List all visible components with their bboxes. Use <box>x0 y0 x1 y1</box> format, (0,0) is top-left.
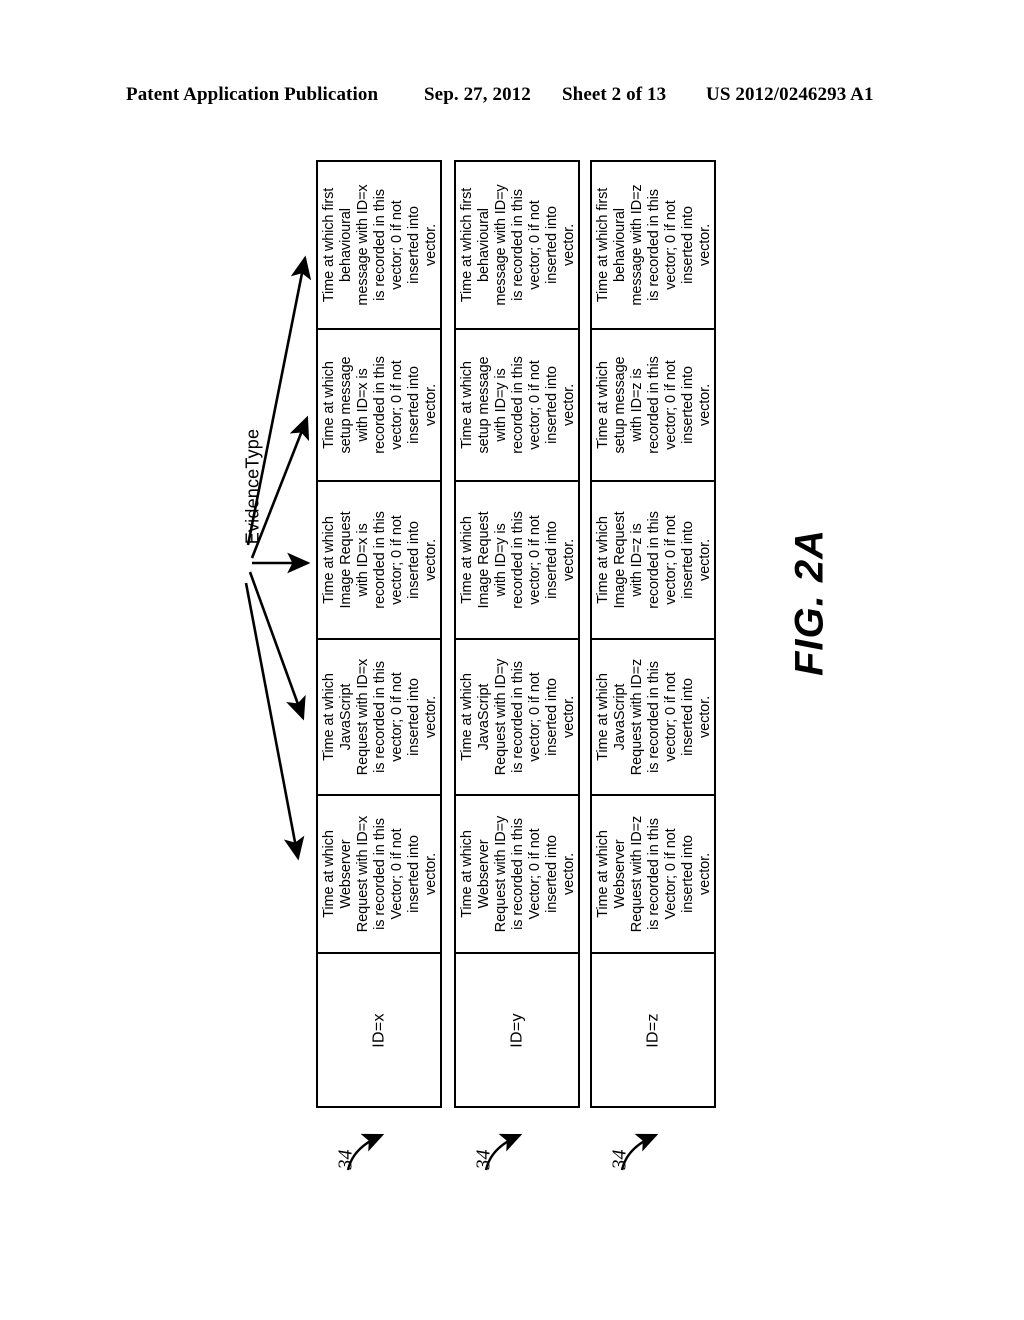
evidence-type-label: EvidenceType <box>242 428 263 545</box>
vector-cell-setup-message: Time at which setup message with ID=y is… <box>456 330 578 482</box>
vector-table-id-x: Time at which first behavioural message … <box>316 160 442 1108</box>
vector-cell-text: Time at which JavaScript Request with ID… <box>459 658 577 776</box>
vector-table-id-z: Time at which first behavioural message … <box>590 160 716 1108</box>
reference-callout-y: 34 <box>468 1108 578 1208</box>
reference-callout-x: 34 <box>330 1108 440 1208</box>
reference-numeral: 34 <box>608 1149 631 1170</box>
vector-cell-setup-message: Time at which setup message with ID=x is… <box>318 330 440 482</box>
evidence-arrow-to-javascript-request <box>248 571 306 721</box>
vector-cell-text: Time at which first behavioural message … <box>459 184 577 306</box>
vector-cell-text: Time at which Image Request with ID=x is… <box>321 511 439 609</box>
figure-caption: FIG. 2A <box>787 528 832 677</box>
vector-cell-image-request: Time at which Image Request with ID=x is… <box>318 482 440 640</box>
vector-cell-webserver-request: Time at which Webserver Request with ID=… <box>592 796 714 954</box>
reference-numeral: 34 <box>472 1149 495 1170</box>
vector-cell-javascript-request: Time at which JavaScript Request with ID… <box>318 640 440 796</box>
vector-cell-text: Time at which setup message with ID=z is… <box>595 356 713 454</box>
reference-numeral: 34 <box>334 1149 357 1170</box>
vector-cell-id-label: ID=x <box>318 954 440 1106</box>
vector-cell-behavioural: Time at which first behavioural message … <box>456 162 578 330</box>
vector-cell-text: Time at which Webserver Request with ID=… <box>321 815 439 933</box>
vector-cell-webserver-request: Time at which Webserver Request with ID=… <box>456 796 578 954</box>
vector-id-text: ID=y <box>508 1012 526 1048</box>
vector-cell-webserver-request: Time at which Webserver Request with ID=… <box>318 796 440 954</box>
vector-cell-image-request: Time at which Image Request with ID=y is… <box>456 482 578 640</box>
vector-cell-image-request: Time at which Image Request with ID=z is… <box>592 482 714 640</box>
vector-cell-javascript-request: Time at which JavaScript Request with ID… <box>456 640 578 796</box>
vector-cell-behavioural: Time at which first behavioural message … <box>318 162 440 330</box>
vector-cell-text: Time at which setup message with ID=y is… <box>459 356 577 454</box>
vector-cell-text: Time at which Webserver Request with ID=… <box>459 815 577 933</box>
vector-cell-behavioural: Time at which first behavioural message … <box>592 162 714 330</box>
figure-2a-drawing: EvidenceType Time at which first behavio… <box>0 0 1024 1320</box>
vector-cell-id-label: ID=y <box>456 954 578 1106</box>
vector-cell-setup-message: Time at which setup message with ID=z is… <box>592 330 714 482</box>
vector-cell-text: Time at which setup message with ID=x is… <box>321 356 439 454</box>
vector-cell-text: Time at which first behavioural message … <box>321 184 439 306</box>
reference-callout-z: 34 <box>604 1108 714 1208</box>
vector-cell-id-label: ID=z <box>592 954 714 1106</box>
vector-table-id-y: Time at which first behavioural message … <box>454 160 580 1108</box>
vector-id-text: ID=z <box>644 1012 662 1048</box>
vector-cell-text: Time at which JavaScript Request with ID… <box>321 658 439 776</box>
vector-cell-javascript-request: Time at which JavaScript Request with ID… <box>592 640 714 796</box>
vector-cell-text: Time at which Image Request with ID=z is… <box>595 511 713 609</box>
vector-cell-text: Time at which JavaScript Request with ID… <box>595 658 713 776</box>
evidence-arrow-to-webserver-request <box>244 582 305 861</box>
vector-id-text: ID=x <box>370 1012 388 1048</box>
vector-cell-text: Time at which first behavioural message … <box>595 184 713 306</box>
vector-cell-text: Time at which Webserver Request with ID=… <box>595 815 713 933</box>
vector-cell-text: Time at which Image Request with ID=y is… <box>459 511 577 609</box>
